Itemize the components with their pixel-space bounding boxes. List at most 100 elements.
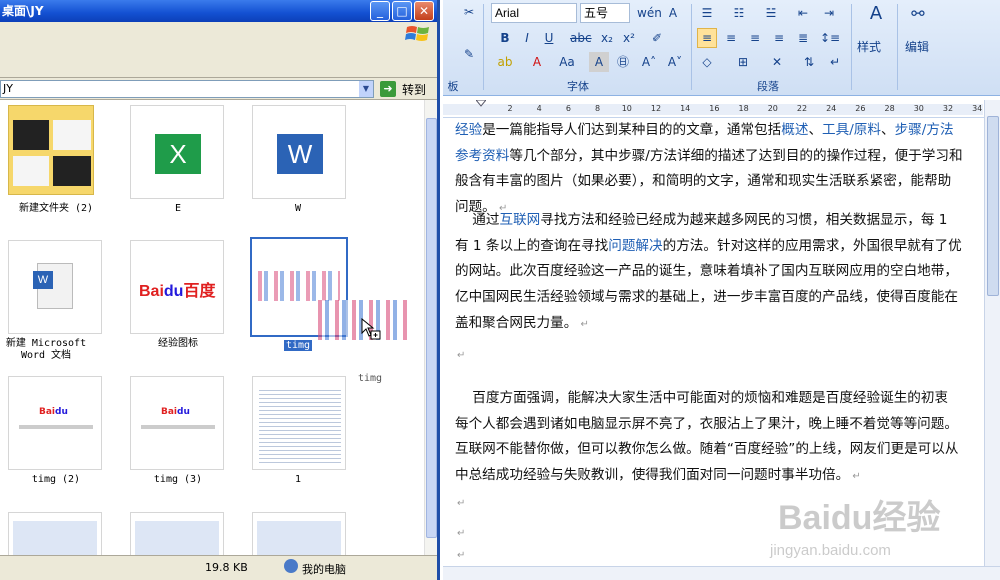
increase-indent-icon[interactable]: ⇥ [819,3,839,23]
screenshot-thumbnail [130,512,224,555]
distributed-button[interactable]: ≣ [793,28,813,48]
text-line: 百度方面强调，能解决大家生活中可能面对的烦恼和难题是百度经验诞生的初衷 [455,386,984,412]
hyperlink-text[interactable]: 经验 [455,122,482,138]
ribbon-separator [897,4,898,90]
phonetic-guide-icon[interactable]: wén [636,3,663,23]
multilevel-list-icon[interactable]: ☱ [761,3,781,23]
hyperlink-text[interactable]: 参考资料 [455,148,509,164]
align-center-button[interactable]: ≡ [721,28,741,48]
minimize-button[interactable]: _ [370,1,390,21]
subscript-button[interactable]: x₂ [597,28,617,48]
folder-icon [8,105,94,195]
image-thumbnail: Baidu [8,376,102,470]
text-run: 互联网不能替你做，但可以教你怎么做。随着“百度经验”的上线，网友们更是可以从 [455,441,959,458]
font-size-dropdown[interactable]: 五号 [580,3,630,23]
clear-format-icon[interactable]: ✐ [647,28,667,48]
address-value: JY [3,82,13,95]
ruler-tick-label: 4 [536,104,542,113]
ruler-tick-label: 18 [738,104,749,113]
bold-button[interactable]: B [495,28,515,48]
file-caption: timg (2) [31,474,81,485]
numbering-icon[interactable]: ☷ [729,3,749,23]
hyperlink-text[interactable]: 问题解决 [608,238,662,254]
file-caption: 新建 Microsoft Word 文档 [5,338,87,361]
underline-button[interactable]: U [539,28,559,48]
text-run: 每个人都会遇到诸如电脑显示屏不亮了，衣服沾上了果汁，晚上睡不着觉等等问题。 [455,415,958,432]
indent-marker-icon[interactable] [476,100,486,110]
scrollbar-thumb[interactable] [426,118,437,538]
decrease-indent-icon[interactable]: ⇤ [793,3,813,23]
text-run: 、 [881,122,895,138]
hyperlink-text[interactable]: 步骤/方法 [895,122,954,138]
ribbon-separator [851,4,852,90]
bullets-icon[interactable]: ☰ [697,3,717,23]
align-left-button[interactable]: ≡ [697,28,717,48]
text-run: 寻找方法和经验已经成为越来越多网民的习惯，相关数据显示，每 1 [540,212,948,228]
ruler-tick-label: 28 [884,104,895,113]
character-shading-icon[interactable]: A [589,52,609,72]
go-button[interactable]: ➜ 转到 [380,80,435,98]
font-name-value: Arial [495,6,520,20]
cut-icon[interactable]: ✂ [459,2,479,22]
ruler-tick-label: 24 [826,104,837,113]
address-input[interactable]: JY ▼ [0,80,374,98]
document-paragraph[interactable]: 百度方面强调，能解决大家生活中可能面对的烦恼和难题是百度经验诞生的初衷 每个人都会… [455,386,984,490]
italic-button[interactable]: I [517,28,537,48]
scrollbar-thumb[interactable] [987,116,999,296]
text-line: 经验是一篇能指导人们达到某种目的的文章，通常包括概述、工具/原料、步骤/方法 [455,118,984,144]
address-dropdown-icon[interactable]: ▼ [359,81,373,97]
document-thumbnail [252,376,346,470]
text-run: 百度方面强调，能解决大家生活中可能面对的烦恼和难题是百度经验诞生的初衷 [455,390,949,406]
ribbon-separator [691,4,692,90]
justify-button[interactable]: ≡ [769,28,789,48]
text-line: 有 1 条以上的查询在寻找问题解决的方法。针对这样的应用需求，外国很早就有了优 [455,234,984,260]
text-line: 的网站。此次百度经验这一产品的诞生，意味着填补了国内互联网应用的空白地带， [455,259,984,285]
text-run: 般含有丰富的图片（如果必要），和简明的文字，通常和现实生活联系紧密，能帮助 [455,173,952,190]
binoculars-icon[interactable]: ⚯ [903,4,933,32]
superscript-button[interactable]: x² [619,28,639,48]
strikethrough-button[interactable]: abc [569,28,593,48]
file-caption: timg (3) [153,474,203,485]
ruler-tick-label: 14 [680,104,691,113]
ruler-tick-label: 2 [507,104,513,113]
hyperlink-text[interactable]: 概述 [781,122,808,138]
explorer-toolbar [0,22,437,78]
enclose-characters-icon[interactable]: ㊐ [613,52,633,72]
text-run: 中总结成功经验与失败教训，使得我们面对同一问题时事半功倍。 [455,467,850,484]
show-marks-icon[interactable]: ↵ [825,52,845,72]
mouse-pointer-icon [361,318,381,340]
document-paragraph[interactable]: 通过互联网寻找方法和经验已经成为越来越多网民的习惯，相关数据显示，每 1有 1 … [455,208,984,338]
screenshot-thumbnail [252,512,346,555]
maximize-button[interactable]: □ [392,1,412,21]
align-right-button[interactable]: ≡ [745,28,765,48]
line-spacing-icon[interactable]: ↕≡ [819,28,841,48]
grow-font-icon[interactable]: A˄ [639,52,659,72]
ruler-tick-label: 32 [942,104,954,113]
font-color-icon[interactable]: A [527,52,547,72]
character-border-icon[interactable]: A [663,3,683,23]
borders-icon[interactable]: ⊞ [733,52,753,72]
change-case-icon[interactable]: Aa [557,52,577,72]
sort-icon[interactable]: ⇅ [799,52,819,72]
document-paragraph[interactable]: 经验是一篇能指导人们达到某种目的的文章，通常包括概述、工具/原料、步骤/方法 参考… [455,118,984,222]
styles-icon[interactable]: A [861,4,891,32]
ruler-tick-label: 26 [855,104,866,113]
excel-icon: X [130,105,224,199]
explorer-statusbar: 19.8 KB 我的电脑 [0,555,437,580]
text-run: 等几个部分，其中步骤/方法详细的描述了达到目的的操作过程，便于学习和 [509,147,963,164]
close-button[interactable]: ✕ [414,1,434,21]
hyperlink-text[interactable]: 互联网 [499,212,540,228]
font-group-label: 字体 [567,80,589,93]
font-name-dropdown[interactable]: Arial [491,3,577,23]
chinese-layout-icon[interactable]: ✕ [767,52,787,72]
format-painter-icon[interactable]: ✎ [459,44,479,64]
explorer-vertical-scrollbar[interactable] [424,100,437,555]
horizontal-ruler[interactable]: 24681012141618202224262830323436 [443,100,1000,118]
highlight-icon[interactable]: ab [495,52,515,72]
shading-icon[interactable]: ◇ [697,52,717,72]
shrink-font-icon[interactable]: A˅ [665,52,685,72]
empty-paragraph-mark-icon: ↵ [457,350,466,361]
paragraph-mark-icon: ↵ [849,471,861,483]
hyperlink-text[interactable]: 工具/原料 [822,122,881,138]
text-line: 般含有丰富的图片（如果必要），和简明的文字，通常和现实生活联系紧密，能帮助 [455,169,984,195]
